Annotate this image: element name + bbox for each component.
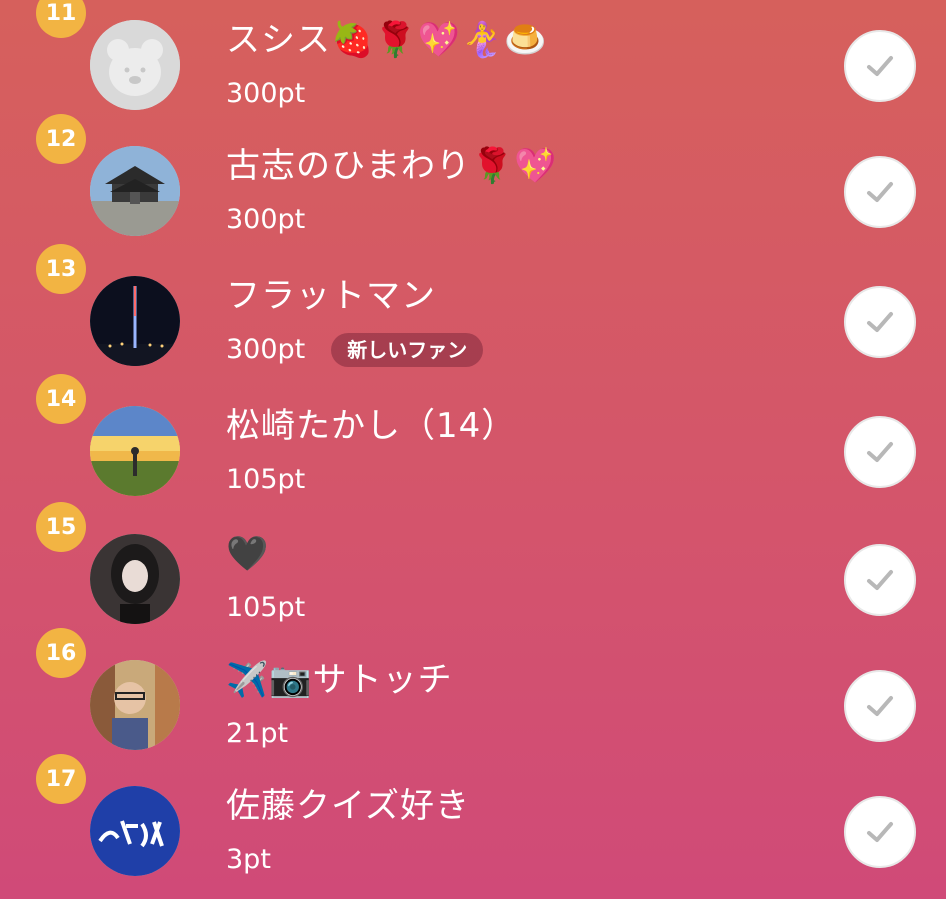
rank-badge: 13: [36, 244, 86, 294]
portrait-photo-avatar: [90, 534, 180, 624]
check-button[interactable]: [844, 286, 916, 358]
fan-points: 21pt: [226, 718, 289, 749]
avatar[interactable]: [90, 20, 180, 110]
points-line: 300pt 新しいファン: [226, 332, 484, 368]
list-item[interactable]: 13 フラットマン 300pt 新しいファン: [0, 244, 946, 376]
list-item[interactable]: 15 🖤 105pt: [0, 502, 946, 634]
avatar[interactable]: [90, 534, 180, 624]
check-icon: [867, 822, 893, 842]
blue-sign-photo-avatar: [90, 786, 180, 876]
fan-name: 古志のひまわり🌹💖: [226, 146, 558, 186]
check-button[interactable]: [844, 156, 916, 228]
points-line: 21pt: [226, 716, 288, 752]
fan-points: 3pt: [226, 844, 271, 875]
check-button[interactable]: [844, 544, 916, 616]
points-line: 300pt: [226, 202, 305, 238]
points-line: 105pt: [226, 590, 305, 626]
fan-points: 300pt: [226, 204, 306, 235]
check-button[interactable]: [844, 416, 916, 488]
list-item[interactable]: 12 古志のひまわり🌹💖 300pt: [0, 114, 946, 246]
fan-name: フラットマン: [226, 276, 436, 316]
fan-name: ✈️📷サトッチ: [226, 660, 453, 700]
man-photo-avatar: [90, 660, 180, 750]
check-icon: [867, 182, 893, 202]
new-fan-badge: 新しいファン: [331, 333, 484, 367]
fan-name: スシス🍓🌹💖🧜‍♀️🍮: [226, 20, 548, 60]
check-icon: [867, 442, 893, 462]
avatar[interactable]: [90, 406, 180, 496]
fan-name: 佐藤クイズ好き: [226, 786, 470, 826]
fan-points: 300pt: [226, 334, 306, 365]
check-icon: [867, 696, 893, 716]
rank-badge: 14: [36, 374, 86, 424]
list-item[interactable]: 17 佐藤クイズ好き 3pt: [0, 754, 946, 886]
temple-photo-avatar: [90, 146, 180, 236]
avatar[interactable]: [90, 146, 180, 236]
night-tower-photo-avatar: [90, 276, 180, 366]
fan-points: 300pt: [226, 78, 306, 109]
list-item[interactable]: 11 スシス🍓🌹💖🧜‍♀️🍮 300pt: [0, 0, 946, 120]
fan-ranking-list: 11 スシス🍓🌹💖🧜‍♀️🍮 300pt 12: [0, 0, 946, 899]
list-item[interactable]: 14 松崎たかし（14） 105pt: [0, 374, 946, 506]
fan-name: 🖤: [226, 534, 270, 574]
check-icon: [867, 570, 893, 590]
fan-points: 105pt: [226, 464, 306, 495]
list-item[interactable]: 16 ✈️📷サトッチ 21pt: [0, 628, 946, 760]
rank-badge: 15: [36, 502, 86, 552]
check-icon: [867, 56, 893, 76]
avatar[interactable]: [90, 276, 180, 366]
rank-badge: 17: [36, 754, 86, 804]
check-button[interactable]: [844, 670, 916, 742]
rank-badge: 16: [36, 628, 86, 678]
points-line: 105pt: [226, 462, 305, 498]
sunset-field-photo-avatar: [90, 406, 180, 496]
check-button[interactable]: [844, 796, 916, 868]
avatar[interactable]: [90, 660, 180, 750]
check-button[interactable]: [844, 30, 916, 102]
fan-points: 105pt: [226, 592, 306, 623]
fan-name: 松崎たかし（14）: [226, 406, 517, 446]
default-bear-avatar-icon: [90, 20, 180, 110]
points-line: 3pt: [226, 842, 271, 878]
points-line: 300pt: [226, 76, 305, 112]
rank-badge: 11: [36, 0, 86, 38]
check-icon: [867, 312, 893, 332]
avatar[interactable]: [90, 786, 180, 876]
rank-badge: 12: [36, 114, 86, 164]
